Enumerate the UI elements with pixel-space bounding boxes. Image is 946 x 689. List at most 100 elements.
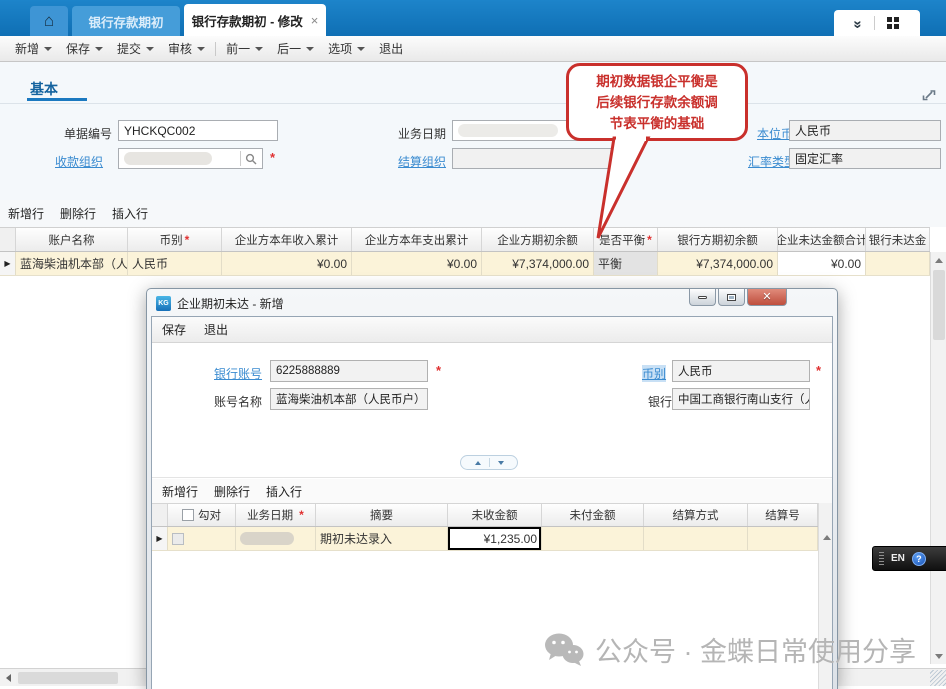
delete-row-button[interactable]: 删除行 bbox=[60, 205, 96, 222]
cell-bank-opening-balance[interactable]: ¥7,374,000.00 bbox=[658, 252, 778, 275]
lookup-button[interactable] bbox=[240, 151, 257, 166]
dialog-grid-row[interactable]: ▶ 期初未达录入 ¥1,235.00 bbox=[152, 527, 818, 551]
save-button[interactable]: 保存 bbox=[59, 37, 110, 60]
cell-summary[interactable]: 期初未达录入 bbox=[316, 527, 448, 550]
bank-field[interactable]: 中国工商银行南山支行（人民币 bbox=[672, 388, 810, 410]
required-marker: * bbox=[436, 363, 441, 378]
dialog-save-button[interactable]: 保存 bbox=[162, 321, 186, 338]
divider bbox=[152, 477, 832, 478]
tab-close-icon[interactable]: × bbox=[311, 13, 319, 28]
cell-ent-opening-balance[interactable]: ¥7,374,000.00 bbox=[482, 252, 594, 275]
doc-no-field[interactable]: YHCKQC002 bbox=[118, 120, 278, 141]
insert-row-button[interactable]: 插入行 bbox=[112, 205, 148, 222]
collapse-tabs-icon[interactable]: » bbox=[851, 20, 866, 26]
search-icon bbox=[245, 153, 257, 165]
dialog-exit-button[interactable]: 退出 bbox=[204, 321, 228, 338]
help-icon[interactable]: ? bbox=[912, 552, 926, 566]
account-name-field[interactable]: 蓝海柴油机本部（人民币户） bbox=[270, 388, 428, 410]
row-checkbox[interactable] bbox=[172, 533, 184, 545]
scrollbar-thumb[interactable] bbox=[18, 672, 118, 684]
scroll-left-button[interactable] bbox=[0, 670, 16, 686]
col-settlement-method[interactable]: 结算方式 bbox=[644, 504, 748, 526]
callout-tail bbox=[588, 138, 668, 243]
cell-account-name[interactable]: 蓝海柴油机本部（人民 bbox=[16, 252, 128, 275]
grid-vertical-scrollbar[interactable] bbox=[930, 252, 946, 664]
col-summary[interactable]: 摘要 bbox=[316, 504, 448, 526]
expand-panel-icon[interactable] bbox=[920, 86, 938, 104]
col-ytd-expense[interactable]: 企业方本年支出累计 bbox=[352, 228, 482, 251]
cell-bank-unreached[interactable] bbox=[866, 252, 930, 275]
col-unpaid-amount[interactable]: 未付金额 bbox=[542, 504, 644, 526]
bank-account-label[interactable]: 银行账号 bbox=[214, 365, 262, 382]
tab-basic[interactable]: 基本 bbox=[30, 79, 58, 99]
minimize-icon bbox=[698, 296, 707, 299]
home-icon: ⌂ bbox=[44, 11, 54, 31]
tab-home[interactable]: ⌂ bbox=[30, 6, 68, 36]
drag-handle-icon[interactable] bbox=[879, 552, 884, 566]
grid-data-row[interactable]: ▶ 蓝海柴油机本部（人民 人民币 ¥0.00 ¥0.00 ¥7,374,000.… bbox=[0, 252, 930, 276]
tab-bank-deposit-opening-edit[interactable]: 银行存款期初 - 修改 × bbox=[184, 4, 326, 36]
audit-button[interactable]: 审核 bbox=[161, 37, 212, 60]
dialog-delete-row-button[interactable]: 删除行 bbox=[214, 483, 250, 500]
submit-button[interactable]: 提交 bbox=[110, 37, 161, 60]
previous-button[interactable]: 前一 bbox=[219, 37, 270, 60]
minimize-button[interactable] bbox=[689, 289, 716, 306]
col-biz-date[interactable]: 业务日期* bbox=[236, 504, 316, 526]
maximize-button[interactable] bbox=[718, 289, 745, 306]
exit-button[interactable]: 退出 bbox=[372, 37, 410, 60]
bank-account-field[interactable]: 6225888889 bbox=[270, 360, 428, 382]
language-indicator[interactable]: EN bbox=[891, 553, 905, 564]
tab-bank-deposit-opening[interactable]: 银行存款期初 bbox=[72, 6, 180, 36]
base-currency-field[interactable]: 人民币 bbox=[789, 120, 941, 141]
next-button[interactable]: 后一 bbox=[270, 37, 321, 60]
redacted-value bbox=[124, 152, 212, 165]
close-button[interactable]: ✕ bbox=[747, 289, 787, 306]
settlement-org-label[interactable]: 结算组织 bbox=[398, 153, 446, 170]
cell-ytd-expense[interactable]: ¥0.00 bbox=[352, 252, 482, 275]
cell-uncollected-amount-selected[interactable]: ¥1,235.00 bbox=[448, 527, 542, 550]
add-row-button[interactable]: 新增行 bbox=[8, 205, 44, 222]
app-menu-grid-icon[interactable] bbox=[887, 17, 899, 29]
cell-settlement-method[interactable] bbox=[644, 527, 748, 550]
cell-check[interactable] bbox=[168, 527, 236, 550]
scroll-down-button[interactable] bbox=[931, 648, 946, 664]
col-uncollected-amount[interactable]: 未收金额 bbox=[448, 504, 542, 526]
col-check[interactable]: 勾对 bbox=[168, 504, 236, 526]
dialog-add-row-button[interactable]: 新增行 bbox=[162, 483, 198, 500]
cell-ent-unreached-total[interactable]: ¥0.00 bbox=[778, 252, 866, 275]
row-indicator: ▶ bbox=[152, 527, 168, 550]
col-currency[interactable]: 币别* bbox=[128, 228, 222, 251]
col-ent-unreached-total[interactable]: 企业未达金额合计 bbox=[778, 228, 866, 251]
col-settlement-no[interactable]: 结算号 bbox=[748, 504, 818, 526]
cell-balanced[interactable]: 平衡 bbox=[594, 252, 658, 275]
select-all-checkbox[interactable] bbox=[182, 509, 194, 521]
windows-language-bar[interactable]: EN ? bbox=[872, 546, 946, 571]
new-button[interactable]: 新增 bbox=[8, 37, 59, 60]
cell-ytd-income[interactable]: ¥0.00 bbox=[222, 252, 352, 275]
col-ent-opening-balance[interactable]: 企业方期初余额 bbox=[482, 228, 594, 251]
col-ytd-income[interactable]: 企业方本年收入累计 bbox=[222, 228, 352, 251]
cell-currency[interactable]: 人民币 bbox=[128, 252, 222, 275]
receiving-org-field[interactable] bbox=[118, 148, 263, 169]
resize-grip[interactable] bbox=[930, 670, 946, 686]
scroll-up-button[interactable] bbox=[819, 529, 833, 545]
collapse-up-icon[interactable] bbox=[475, 461, 481, 465]
scrollbar-thumb[interactable] bbox=[933, 270, 945, 340]
cell-settlement-no[interactable] bbox=[748, 527, 818, 550]
dialog-currency-field[interactable]: 人民币 bbox=[672, 360, 810, 382]
scroll-up-button[interactable] bbox=[931, 252, 946, 268]
col-bank-unreached[interactable]: 银行未达金 bbox=[866, 228, 930, 251]
dialog-currency-label[interactable]: 币别 bbox=[642, 365, 666, 382]
col-account-name[interactable]: 账户名称 bbox=[16, 228, 128, 251]
col-bank-opening-balance[interactable]: 银行方期初余额 bbox=[658, 228, 778, 251]
receiving-org-label[interactable]: 收款组织 bbox=[55, 153, 103, 170]
dropdown-caret-icon bbox=[306, 47, 314, 51]
cell-unpaid-amount[interactable] bbox=[542, 527, 644, 550]
base-currency-label[interactable]: 本位币 bbox=[757, 125, 793, 142]
rate-type-field[interactable]: 固定汇率 bbox=[789, 148, 941, 169]
collapse-expand-control[interactable] bbox=[460, 455, 518, 470]
dialog-insert-row-button[interactable]: 插入行 bbox=[266, 483, 302, 500]
options-button[interactable]: 选项 bbox=[321, 37, 372, 60]
cell-biz-date[interactable] bbox=[236, 527, 316, 550]
collapse-down-icon[interactable] bbox=[498, 461, 504, 465]
